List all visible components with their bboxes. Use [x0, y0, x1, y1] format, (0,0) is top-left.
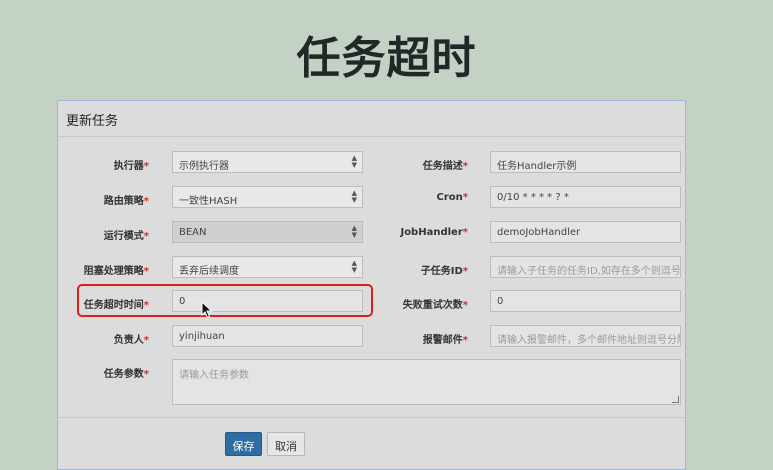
jobhandler-input[interactable]: demoJobHandler: [490, 221, 681, 243]
timeout-highlight-box: [77, 284, 373, 317]
resize-handle-icon[interactable]: [672, 396, 679, 403]
cancel-button[interactable]: 取消: [267, 432, 305, 456]
mouse-cursor-icon: [201, 301, 213, 319]
executor-label: 执行器*: [113, 161, 149, 172]
select-arrows-icon: ▲ ▼: [351, 189, 357, 204]
select-arrows-icon: ▲ ▼: [351, 224, 357, 239]
slide-title: 任务超时: [296, 33, 477, 84]
owner-label: 负责人*: [113, 335, 149, 346]
block-strategy-select[interactable]: 丢弃后续调度 ▲ ▼: [172, 256, 363, 278]
child-task-id-input[interactable]: 请输入子任务的任务ID,如存在多个则逗号分隔: [490, 256, 681, 278]
select-arrows-icon: ▲ ▼: [351, 259, 357, 274]
retry-count-input[interactable]: 0: [490, 290, 681, 312]
task-params-label: 任务参数*: [103, 369, 149, 380]
save-button[interactable]: 保存: [225, 432, 262, 456]
task-desc-label: 任务描述*: [422, 161, 468, 172]
executor-select[interactable]: 示例执行器 ▲ ▼: [172, 151, 363, 173]
block-strategy-label: 阻塞处理策略*: [83, 266, 149, 277]
modal-title: 更新任务: [58, 101, 685, 137]
task-params-textarea[interactable]: 请输入任务参数: [172, 359, 681, 405]
task-desc-input[interactable]: 任务Handler示例: [490, 151, 681, 173]
run-mode-label: 运行模式*: [103, 231, 149, 242]
route-strategy-select[interactable]: 一致性HASH ▲ ▼: [172, 186, 363, 208]
alarm-email-input[interactable]: 请输入报警邮件，多个邮件地址则逗号分隔: [490, 325, 681, 347]
jobhandler-label: JobHandler*: [400, 227, 468, 238]
child-task-id-label: 子任务ID*: [420, 266, 468, 277]
footer-divider: [58, 417, 685, 418]
retry-count-label: 失败重试次数*: [402, 300, 468, 311]
owner-input[interactable]: yinjihuan: [172, 325, 363, 347]
alarm-email-label: 报警邮件*: [422, 335, 468, 346]
route-strategy-label: 路由策略*: [103, 196, 149, 207]
cron-input[interactable]: 0/10 * * * * ? *: [490, 186, 681, 208]
cron-label: Cron*: [436, 192, 469, 203]
select-arrows-icon: ▲ ▼: [351, 154, 357, 169]
run-mode-select[interactable]: BEAN ▲ ▼: [172, 221, 363, 243]
